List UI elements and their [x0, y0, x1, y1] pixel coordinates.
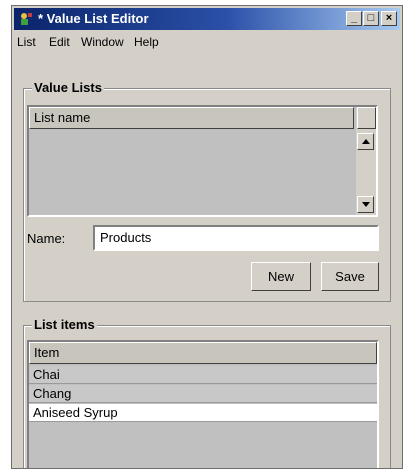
- name-label: Name:: [27, 231, 66, 246]
- table-row-selected[interactable]: Aniseed Syrup: [29, 404, 377, 422]
- maximize-button[interactable]: □: [363, 11, 379, 26]
- new-button[interactable]: New: [251, 262, 311, 291]
- menu-help[interactable]: Help: [134, 35, 159, 49]
- close-button[interactable]: ×: [381, 11, 397, 26]
- table-row[interactable]: Chang: [29, 385, 377, 403]
- menu-edit[interactable]: Edit: [49, 35, 70, 49]
- value-list-editor-window: * Value List Editor _ □ × List Edit Wind…: [11, 5, 403, 469]
- value-lists-group: Value Lists List name Name: Products New…: [23, 80, 391, 302]
- save-button[interactable]: Save: [321, 262, 379, 291]
- list-items-rows: Chai Chang Aniseed Syrup: [29, 366, 377, 466]
- name-field[interactable]: Products: [93, 225, 379, 251]
- scroll-up-button[interactable]: [357, 133, 374, 150]
- value-lists-title: Value Lists: [32, 80, 104, 95]
- list-items-group: List items Item Chai Chang Aniseed Syrup: [23, 317, 391, 468]
- item-cell: Chai: [33, 367, 60, 382]
- app-icon: [21, 13, 32, 25]
- arrow-down-icon: [362, 202, 370, 207]
- menu-list[interactable]: List: [17, 35, 36, 49]
- minimize-button[interactable]: _: [346, 11, 362, 26]
- item-cell: Chang: [33, 386, 72, 401]
- list-name-column-header[interactable]: List name: [29, 107, 354, 129]
- close-icon: ×: [385, 12, 393, 24]
- window-title: * Value List Editor: [38, 11, 149, 26]
- menu-bar: List Edit Window Help: [14, 33, 400, 53]
- list-items-table[interactable]: Item Chai Chang Aniseed Syrup: [27, 340, 379, 468]
- arrow-up-icon: [362, 139, 370, 144]
- value-lists-scrollbar[interactable]: [356, 107, 376, 215]
- minimize-icon: _: [350, 12, 358, 24]
- title-bar[interactable]: * Value List Editor _ □ ×: [14, 8, 400, 30]
- maximize-icon: □: [367, 12, 375, 24]
- list-items-title: List items: [32, 317, 97, 332]
- item-column-header[interactable]: Item: [29, 342, 377, 364]
- value-lists-table[interactable]: List name: [27, 105, 378, 217]
- corner-button: [357, 107, 376, 129]
- item-cell: Aniseed Syrup: [33, 405, 118, 420]
- scroll-down-button[interactable]: [357, 196, 374, 213]
- table-row[interactable]: Chai: [29, 366, 377, 384]
- menu-window[interactable]: Window: [81, 35, 124, 49]
